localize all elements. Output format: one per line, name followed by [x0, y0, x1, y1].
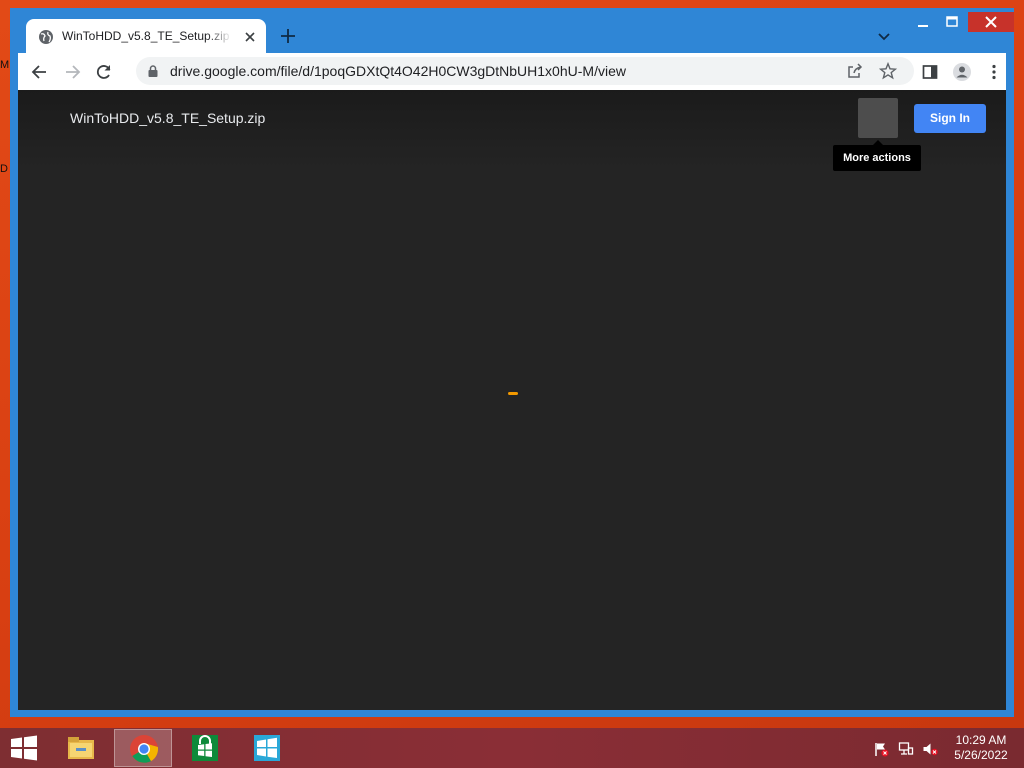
- tab-strip: WinToHDD_v5.8_TE_Setup.zip - Google Driv…: [10, 8, 1014, 54]
- star-icon[interactable]: [879, 62, 897, 80]
- browser-window: WinToHDD_v5.8_TE_Setup.zip - Google Driv…: [10, 8, 1014, 717]
- network-icon[interactable]: [898, 741, 914, 757]
- desktop-edge-label: D: [0, 163, 8, 175]
- close-icon[interactable]: [242, 29, 258, 45]
- tooltip-text: More actions: [843, 152, 911, 164]
- app-icon: [254, 735, 280, 761]
- taskbar-app[interactable]: [238, 729, 296, 767]
- address-bar[interactable]: drive.google.com/file/d/1poqGDXtQt4O42H0…: [136, 57, 914, 85]
- reload-icon[interactable]: [94, 62, 114, 82]
- minimize-icon[interactable]: [910, 12, 938, 32]
- kebab-menu-icon[interactable]: [984, 62, 1004, 82]
- forward-arrow-icon[interactable]: [62, 62, 82, 82]
- store-icon: [192, 735, 218, 761]
- loading-spinner: [508, 392, 518, 395]
- tooltip-arrow: [873, 140, 883, 145]
- clock-time: 10:29 AM: [955, 733, 1007, 747]
- browser-toolbar: drive.google.com/file/d/1poqGDXtQt4O42H0…: [18, 53, 1006, 90]
- globe-icon: [39, 30, 53, 44]
- maximize-icon[interactable]: [938, 12, 966, 32]
- lock-icon[interactable]: [146, 64, 160, 78]
- more-actions-button[interactable]: [858, 98, 898, 138]
- system-clock[interactable]: 10:29 AM 5/26/2022: [948, 733, 1014, 763]
- taskbar: 10:29 AM 5/26/2022: [0, 728, 1024, 768]
- drive-file-viewer: WinToHDD_v5.8_TE_Setup.zip More actions …: [18, 90, 1006, 710]
- side-panel-icon[interactable]: [920, 62, 940, 82]
- more-actions-tooltip: More actions: [833, 140, 921, 171]
- url-text: drive.google.com/file/d/1poqGDXtQt4O42H0…: [170, 63, 626, 79]
- back-arrow-icon[interactable]: [30, 62, 50, 82]
- file-name-title: WinToHDD_v5.8_TE_Setup.zip: [70, 110, 266, 126]
- clock-date: 5/26/2022: [954, 748, 1008, 762]
- sign-in-button[interactable]: Sign In: [914, 104, 986, 133]
- browser-tab[interactable]: WinToHDD_v5.8_TE_Setup.zip - Google Driv…: [26, 19, 266, 54]
- window-close-icon[interactable]: [968, 12, 1014, 32]
- tab-title: WinToHDD_v5.8_TE_Setup.zip - Google Driv…: [62, 29, 232, 43]
- profile-avatar-icon[interactable]: [952, 62, 972, 82]
- action-center-flag-icon[interactable]: [873, 741, 889, 757]
- volume-muted-icon[interactable]: [922, 741, 938, 757]
- chevron-down-icon[interactable]: [876, 28, 892, 44]
- taskbar-store[interactable]: [176, 729, 234, 767]
- desktop-edge-label: M: [0, 59, 10, 71]
- share-icon[interactable]: [846, 62, 864, 80]
- plus-icon[interactable]: [278, 26, 298, 46]
- chrome-icon: [130, 735, 159, 763]
- taskbar-file-explorer[interactable]: [52, 729, 110, 767]
- folder-icon: [68, 737, 94, 759]
- windows-start-icon[interactable]: [8, 735, 40, 761]
- taskbar-chrome[interactable]: [114, 729, 172, 767]
